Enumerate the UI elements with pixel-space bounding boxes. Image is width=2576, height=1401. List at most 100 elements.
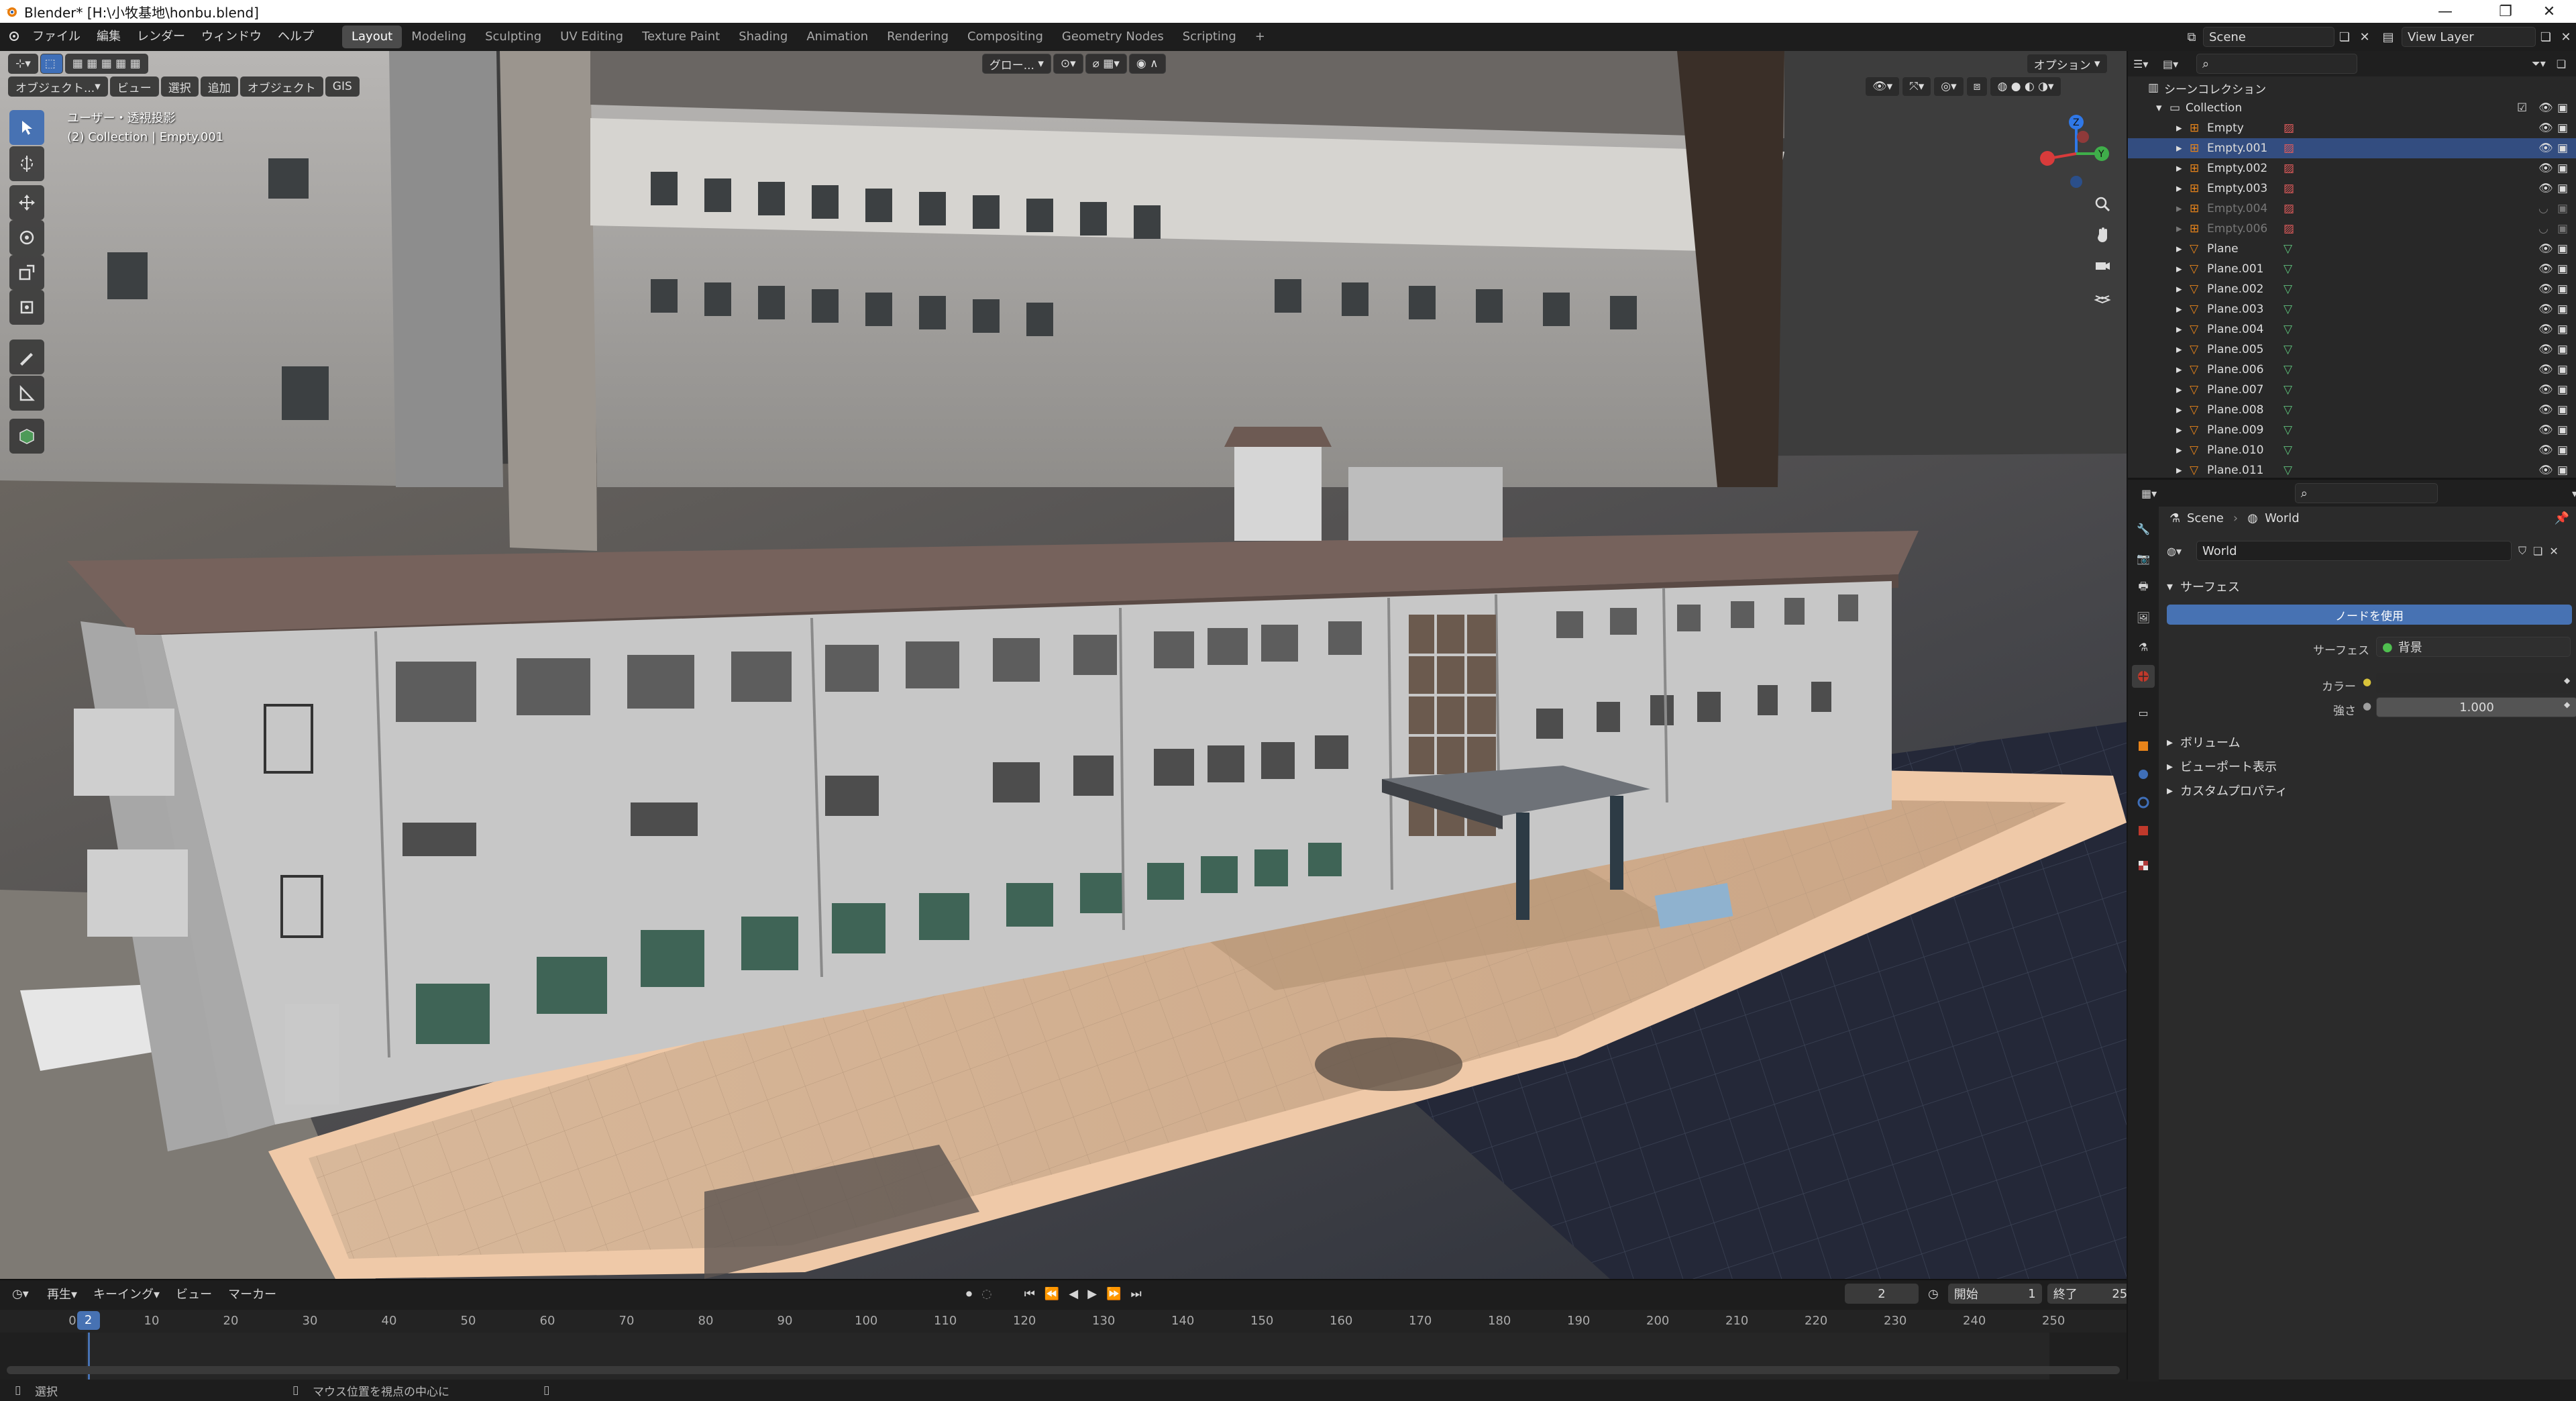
options-dropdown[interactable]: オプション ▾ bbox=[2026, 54, 2108, 74]
menu-select[interactable]: 選択 bbox=[160, 76, 199, 97]
image-data-icon[interactable]: ▨ bbox=[2284, 182, 2294, 195]
fake-user-icon[interactable]: ⛉ bbox=[2518, 544, 2526, 558]
visibility-eye-icon[interactable]: 👁 bbox=[2538, 444, 2553, 457]
menu-help[interactable]: ヘルプ bbox=[270, 23, 322, 51]
keyframe-type-icon[interactable]: ◌ bbox=[981, 1287, 992, 1301]
visibility-eye-icon[interactable]: 👁 bbox=[2538, 162, 2553, 175]
mesh-data-icon[interactable]: ▽ bbox=[2284, 323, 2292, 336]
new-scene-icon[interactable]: ❏ bbox=[2334, 30, 2355, 44]
ortho-toggle-icon[interactable] bbox=[2088, 282, 2117, 311]
outliner-item[interactable]: ▸ ▽ Plane.002 ▽ 👁 ▣ bbox=[2128, 279, 2576, 299]
visibility-eye-icon[interactable]: 👁 bbox=[2538, 423, 2553, 437]
image-data-icon[interactable]: ▨ bbox=[2284, 121, 2294, 135]
menu-window[interactable]: ウィンドウ bbox=[193, 23, 270, 51]
expand-arrow-icon[interactable]: ▸ bbox=[2176, 162, 2190, 175]
move-tool-icon[interactable] bbox=[9, 185, 44, 220]
tab-layout[interactable]: Layout bbox=[342, 25, 402, 48]
pan-hand-icon[interactable] bbox=[2088, 220, 2117, 250]
expand-arrow-icon[interactable]: ▸ bbox=[2176, 262, 2190, 276]
expand-arrow-icon[interactable]: ▸ bbox=[2176, 403, 2190, 417]
outliner-item[interactable]: ▸ ▽ Plane.004 ▽ 👁 ▣ bbox=[2128, 319, 2576, 340]
visibility-eye-icon[interactable]: 👁 bbox=[2538, 282, 2553, 296]
tab-sculpting[interactable]: Sculpting bbox=[476, 25, 551, 48]
record-icon[interactable]: ⏺ bbox=[966, 1287, 972, 1301]
outliner-item[interactable]: ▸ ⊞ Empty.006 ▨ ◡ ▣ bbox=[2128, 219, 2576, 239]
outliner-item[interactable]: ▸ ▽ Plane ▽ 👁 ▣ bbox=[2128, 239, 2576, 259]
visibility-eye-icon[interactable]: 👁 bbox=[2538, 343, 2553, 356]
mesh-data-icon[interactable]: ▽ bbox=[2284, 343, 2292, 356]
mesh-data-icon[interactable]: ▽ bbox=[2284, 383, 2292, 397]
image-data-icon[interactable]: ▨ bbox=[2284, 222, 2294, 236]
render-camera-icon[interactable]: ▣ bbox=[2557, 363, 2568, 376]
duplicate-world-icon[interactable]: ❏ bbox=[2533, 545, 2542, 558]
menu-timeline-view[interactable]: ビュー bbox=[168, 1285, 220, 1302]
jump-end-icon[interactable]: ⏭ bbox=[1130, 1287, 1141, 1301]
mesh-data-icon[interactable]: ▽ bbox=[2284, 303, 2292, 316]
world-name-field[interactable]: World bbox=[2196, 541, 2512, 561]
visibility-eye-icon[interactable]: 👁 bbox=[2538, 262, 2553, 276]
view-layer-tab-icon[interactable]: 🖼 bbox=[2132, 606, 2155, 629]
selection-mode-icons[interactable]: ▦ ▦ ▦ ▦ ▦ bbox=[64, 54, 148, 74]
properties-editor-type-icon[interactable]: ▦▾ bbox=[2141, 487, 2167, 500]
collection-render-icon[interactable]: ▣ bbox=[2557, 101, 2568, 115]
expand-arrow-icon[interactable]: ▸ bbox=[2176, 242, 2190, 256]
scale-tool-icon[interactable] bbox=[9, 255, 44, 290]
tab-rendering[interactable]: Rendering bbox=[877, 25, 958, 48]
menu-edit[interactable]: 編集 bbox=[89, 23, 129, 51]
play-icon[interactable]: ▶ bbox=[1087, 1287, 1097, 1301]
render-camera-icon[interactable]: ▣ bbox=[2557, 403, 2568, 417]
surface-shader-field[interactable]: ● 背景 bbox=[2376, 637, 2571, 657]
visibility-eye-icon[interactable]: 👁 bbox=[2538, 464, 2553, 477]
tab-compositing[interactable]: Compositing bbox=[958, 25, 1053, 48]
render-camera-icon[interactable]: ▣ bbox=[2557, 464, 2568, 477]
transform-tool-icon[interactable] bbox=[9, 290, 44, 325]
mesh-data-icon[interactable]: ▽ bbox=[2284, 262, 2292, 276]
tab-modeling[interactable]: Modeling bbox=[402, 25, 476, 48]
render-camera-icon[interactable]: ▣ bbox=[2557, 202, 2568, 215]
image-data-icon[interactable]: ▨ bbox=[2284, 162, 2294, 175]
outliner-item[interactable]: ▸ ⊞ Empty.004 ▨ ◡ ▣ bbox=[2128, 199, 2576, 219]
snap-icon[interactable]: ⌀ ▦▾ bbox=[1085, 54, 1127, 74]
image-data-icon[interactable]: ▨ bbox=[2284, 142, 2294, 155]
visibility-eye-icon[interactable]: 👁 bbox=[2538, 383, 2553, 397]
rotate-tool-icon[interactable] bbox=[9, 220, 44, 255]
outliner-search-input[interactable]: ⌕ bbox=[2196, 54, 2357, 74]
jump-start-icon[interactable]: ⏮ bbox=[1024, 1287, 1035, 1301]
menu-playback[interactable]: 再生▾ bbox=[39, 1285, 85, 1302]
texture-tab-icon[interactable] bbox=[2132, 854, 2155, 877]
minimize-icon[interactable]: — bbox=[2415, 0, 2475, 23]
use-nodes-button[interactable]: ノードを使用 bbox=[2167, 605, 2572, 625]
expand-arrow-icon[interactable]: ▸ bbox=[2176, 343, 2190, 356]
scene-collection-row[interactable]: ▥ シーンコレクション bbox=[2128, 78, 2576, 98]
editor-type-icon[interactable]: ⊹▾ bbox=[8, 54, 38, 74]
render-camera-icon[interactable]: ▣ bbox=[2557, 222, 2568, 236]
physics-tab-icon[interactable] bbox=[2132, 763, 2155, 786]
current-frame-field[interactable]: 2 bbox=[1845, 1284, 1919, 1304]
expand-arrow-icon[interactable]: ▸ bbox=[2176, 202, 2190, 215]
strength-keyframe-icon[interactable]: ◆ bbox=[2564, 700, 2570, 709]
visibility-eye-icon[interactable]: 👁 bbox=[2538, 182, 2553, 195]
timeline-track-area[interactable] bbox=[0, 1333, 2127, 1381]
render-camera-icon[interactable]: ▣ bbox=[2557, 444, 2568, 457]
playhead[interactable]: 2 bbox=[76, 1311, 100, 1330]
overlay-toggle-icon[interactable]: ◎▾ bbox=[1933, 76, 1964, 97]
output-tab-icon[interactable]: 🖶 bbox=[2132, 576, 2155, 599]
gizmo-toggle-icon[interactable]: ⤧▾ bbox=[1902, 76, 1932, 97]
expand-arrow-icon[interactable]: ▸ bbox=[2176, 464, 2190, 477]
collection-row[interactable]: ▾ ▭ Collection ☑ 👁 ▣ bbox=[2128, 98, 2576, 118]
next-keyframe-icon[interactable]: ⏩ bbox=[1106, 1287, 1121, 1301]
mesh-data-icon[interactable]: ▽ bbox=[2284, 444, 2292, 457]
display-mode-icon[interactable]: ▤▾ bbox=[2163, 58, 2192, 70]
close-window-icon[interactable]: ✕ bbox=[2522, 0, 2576, 23]
tool-tab-icon[interactable]: 🔧 bbox=[2132, 517, 2155, 540]
mesh-data-icon[interactable]: ▽ bbox=[2284, 282, 2292, 296]
play-reverse-icon[interactable]: ◀ bbox=[1069, 1287, 1078, 1301]
tab-animation[interactable]: Animation bbox=[797, 25, 877, 48]
menu-file[interactable]: ファイル bbox=[24, 23, 89, 51]
outliner-item[interactable]: ▸ ⊞ Empty.002 ▨ 👁 ▣ bbox=[2128, 158, 2576, 178]
render-camera-icon[interactable]: ▣ bbox=[2557, 282, 2568, 296]
expand-arrow-icon[interactable]: ▸ bbox=[2176, 323, 2190, 336]
viewport-display-panel-header[interactable]: ▸ ビューポート表示 bbox=[2161, 755, 2576, 778]
add-cube-tool-icon[interactable] bbox=[9, 419, 44, 454]
timeline-ruler[interactable]: 0 10 20 30 40 50 60 70 80 90 100 110 120 130 140 150 160… bbox=[0, 1310, 2127, 1333]
